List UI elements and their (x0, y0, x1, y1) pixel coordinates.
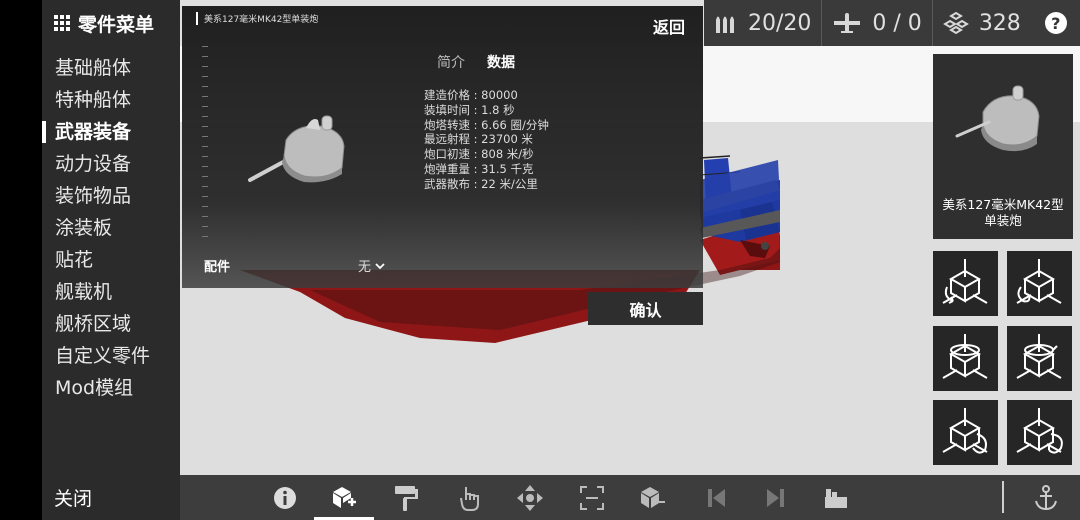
category-weapons[interactable]: 武器装备 (42, 116, 180, 148)
spec-turret-speed: 炮塔转速 : 6.66 圈/分钟 (424, 117, 549, 132)
confirm-button[interactable]: 确认 (588, 292, 703, 325)
accessory-value: 无 (358, 260, 372, 275)
category-aircraft[interactable]: 舰载机 (42, 276, 180, 308)
rotate-x-ccw-button[interactable] (933, 251, 998, 316)
spec-shell-weight: 炮弹重量 : 31.5 千克 (424, 161, 534, 176)
rotate-y-cw-icon (1016, 334, 1062, 379)
card-title-line2: 单装炮 (984, 213, 1022, 228)
card-title-line1: 美系127毫米MK42型 (942, 197, 1064, 212)
part-info-panel: 美系127毫米MK42型单装炮 返回 简介 数据 建造价格 : 80000 装填… (182, 6, 703, 288)
category-paint-board[interactable]: 涂装板 (42, 212, 180, 244)
category-power[interactable]: 动力设备 (42, 148, 180, 180)
selected-part-card[interactable]: 美系127毫米MK42型 单装炮 (933, 54, 1073, 239)
rotate-x-cw-button[interactable] (1007, 251, 1072, 316)
parts-stat: 328 (933, 0, 1031, 46)
ammo-stat: 20/20 (704, 0, 823, 46)
resource-bar: 20/20 0 / 0 328 ? (704, 0, 1080, 46)
close-button[interactable]: 关闭 (54, 484, 92, 511)
move-arrows-icon (517, 485, 543, 511)
parts-count: 328 (978, 10, 1021, 36)
category-custom-parts[interactable]: 自定义零件 (42, 340, 180, 372)
plane-icon (834, 13, 861, 33)
part-rotate-icon (641, 487, 665, 508)
accessory-label: 配件 (204, 260, 231, 275)
resize-button[interactable] (578, 484, 606, 512)
help-button[interactable]: ? (1044, 12, 1067, 34)
sidebar-title[interactable]: 零件菜单 (54, 10, 154, 36)
anchor-icon (1035, 485, 1057, 511)
category-basic-hull[interactable]: 基础船体 (42, 52, 180, 84)
toolbar-separator (1002, 481, 1004, 513)
spec-muzzle-velocity: 炮口初速 : 808 米/秒 (424, 147, 534, 162)
turret-preview (248, 115, 345, 183)
rotate-z-cw-icon (1016, 408, 1063, 454)
chevron-down-icon (375, 262, 385, 269)
sidebar-title-label: 零件菜单 (78, 13, 155, 36)
spec-dispersion: 武器散布 : 22 米/公里 (424, 176, 538, 191)
spec-reload-time: 装填时间 : 1.8 秒 (424, 102, 515, 117)
bottom-toolbar (180, 475, 1080, 520)
scale-ruler (202, 46, 208, 246)
parts-stack-icon (942, 11, 969, 35)
previous-icon (708, 489, 725, 507)
turret-thumbnail (955, 85, 1040, 152)
next-button[interactable] (762, 484, 790, 512)
resize-icon (580, 486, 604, 510)
card-title: 美系127毫米MK42型 单装炮 (933, 197, 1073, 229)
rotate-z-cw-button[interactable] (1007, 400, 1072, 465)
tab-intro[interactable]: 简介 (437, 52, 465, 72)
info-icon (274, 487, 296, 509)
rotate-z-ccw-button[interactable] (933, 400, 998, 465)
tab-data[interactable]: 数据 (487, 52, 515, 72)
spec-list: 建造价格 : 80000 装填时间 : 1.8 秒 炮塔转速 : 6.66 圈/… (424, 88, 549, 192)
ammo-icon (716, 16, 734, 33)
part-name: 美系127毫米MK42型单装炮 (196, 12, 318, 25)
spec-max-range: 最远射程 : 23700 米 (424, 132, 533, 147)
parts-sidebar: 零件菜单 基础船体 特种船体 武器装备 动力设备 装饰物品 涂装板 贴花 舰载机… (42, 0, 180, 520)
add-part-button[interactable] (329, 484, 357, 512)
info-tabs: 简介 数据 (437, 52, 515, 72)
previous-button[interactable] (702, 484, 730, 512)
move-button[interactable] (516, 484, 544, 512)
part-rotate-button[interactable] (638, 484, 666, 512)
screen-edge (0, 0, 42, 520)
back-button[interactable]: 返回 (653, 14, 685, 38)
next-icon (767, 489, 784, 507)
ammo-count: 20/20 (748, 10, 812, 36)
accessory-select[interactable]: 无 (358, 256, 385, 275)
paint-roller-icon (395, 486, 418, 511)
category-list: 基础船体 特种船体 武器装备 动力设备 装饰物品 涂装板 贴花 舰载机 舰桥区域… (42, 52, 180, 404)
factory-icon (825, 489, 847, 508)
spec-build-cost: 建造价格 : 80000 (424, 88, 518, 102)
category-mods[interactable]: Mod模组 (42, 372, 180, 404)
grid-menu-icon (54, 15, 70, 31)
anchor-button[interactable] (1032, 484, 1060, 512)
rotate-y-ccw-button[interactable] (933, 326, 998, 391)
category-bridge[interactable]: 舰桥区域 (42, 308, 180, 340)
rotate-x-cw-icon (1016, 259, 1062, 304)
category-decorations[interactable]: 装饰物品 (42, 180, 180, 212)
rotate-z-ccw-icon (942, 408, 988, 454)
info-button[interactable] (271, 484, 299, 512)
paint-button[interactable] (392, 484, 420, 512)
rotate-y-cw-button[interactable] (1007, 326, 1072, 391)
add-part-icon (333, 487, 356, 508)
select-button[interactable] (456, 484, 484, 512)
category-special-hull[interactable]: 特种船体 (42, 84, 180, 116)
category-decals[interactable]: 贴花 (42, 244, 180, 276)
factory-button[interactable] (822, 484, 850, 512)
hand-pointer-icon (460, 487, 479, 511)
rotate-y-ccw-icon (942, 334, 988, 379)
aircraft-count: 0 / 0 (872, 10, 922, 36)
aircraft-stat: 0 / 0 (822, 0, 933, 46)
rotate-x-ccw-icon (942, 259, 988, 304)
